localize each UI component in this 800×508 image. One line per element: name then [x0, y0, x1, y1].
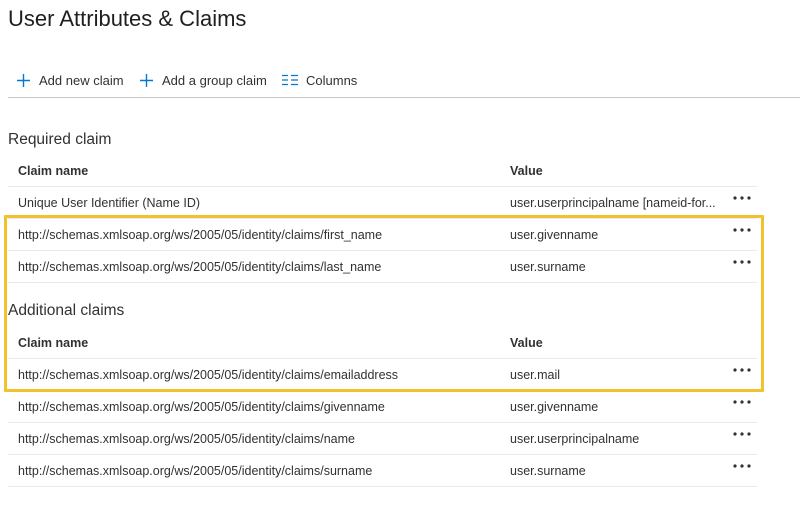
additional-claims-title: Additional claims — [8, 302, 125, 319]
ellipsis-icon[interactable] — [730, 427, 754, 441]
claim-name-cell: http://schemas.xmlsoap.org/ws/2005/05/id… — [18, 259, 382, 274]
table-row[interactable]: http://schemas.xmlsoap.org/ws/2005/05/id… — [8, 219, 757, 251]
columns-button[interactable]: Columns — [282, 70, 357, 90]
add-group-claim-label: Add a group claim — [162, 72, 267, 88]
claim-value-cell: user.surname — [510, 259, 586, 274]
table-row[interactable]: http://schemas.xmlsoap.org/ws/2005/05/id… — [8, 455, 757, 487]
command-bar: Add new claim Add a group claim Columns — [8, 64, 800, 98]
ellipsis-icon[interactable] — [730, 459, 754, 473]
columns-label: Columns — [306, 72, 358, 88]
columns-icon — [282, 74, 306, 86]
required-claims-table: Claim name Value Unique User Identifier … — [8, 156, 757, 283]
value-header[interactable]: Value — [510, 336, 720, 350]
claim-value-cell: user.givenname — [510, 399, 599, 414]
value-header[interactable]: Value — [510, 164, 720, 178]
ellipsis-icon[interactable] — [730, 255, 754, 269]
add-new-claim-label: Add new claim — [39, 72, 124, 88]
page-title: User Attributes & Claims — [8, 6, 247, 31]
plus-icon — [16, 73, 39, 88]
claim-value-cell: user.givenname — [510, 227, 599, 242]
claim-name-cell: http://schemas.xmlsoap.org/ws/2005/05/id… — [18, 399, 385, 414]
claim-name-header[interactable]: Claim name — [18, 336, 498, 350]
ellipsis-icon[interactable] — [730, 363, 754, 377]
add-new-claim-button[interactable]: Add new claim — [16, 70, 124, 90]
claim-value-cell: user.userprincipalname — [510, 431, 640, 446]
table-row[interactable]: http://schemas.xmlsoap.org/ws/2005/05/id… — [8, 423, 757, 455]
claim-value-cell: user.mail — [510, 367, 561, 382]
plus-icon — [139, 73, 162, 88]
table-header: Claim name Value — [8, 156, 757, 187]
table-row[interactable]: http://schemas.xmlsoap.org/ws/2005/05/id… — [8, 359, 757, 391]
claim-value-cell: user.userprincipalname [nameid-for... — [510, 195, 716, 210]
table-row[interactable]: http://schemas.xmlsoap.org/ws/2005/05/id… — [8, 391, 757, 423]
claim-name-cell: Unique User Identifier (Name ID) — [18, 195, 201, 210]
table-row[interactable]: Unique User Identifier (Name ID) user.us… — [8, 187, 757, 219]
claim-name-cell: http://schemas.xmlsoap.org/ws/2005/05/id… — [18, 227, 383, 242]
claim-name-cell: http://schemas.xmlsoap.org/ws/2005/05/id… — [18, 367, 399, 382]
claim-name-header[interactable]: Claim name — [18, 164, 498, 178]
claim-name-cell: http://schemas.xmlsoap.org/ws/2005/05/id… — [18, 431, 355, 446]
ellipsis-icon[interactable] — [730, 223, 754, 237]
ellipsis-icon[interactable] — [730, 395, 754, 409]
claim-value-cell: user.surname — [510, 463, 586, 478]
claim-name-cell: http://schemas.xmlsoap.org/ws/2005/05/id… — [18, 463, 373, 478]
additional-claims-table: Claim name Value http://schemas.xmlsoap.… — [8, 328, 757, 487]
ellipsis-icon[interactable] — [730, 191, 754, 205]
table-header: Claim name Value — [8, 328, 757, 359]
add-group-claim-button[interactable]: Add a group claim — [139, 70, 267, 90]
required-claim-title: Required claim — [8, 131, 112, 148]
table-row[interactable]: http://schemas.xmlsoap.org/ws/2005/05/id… — [8, 251, 757, 283]
